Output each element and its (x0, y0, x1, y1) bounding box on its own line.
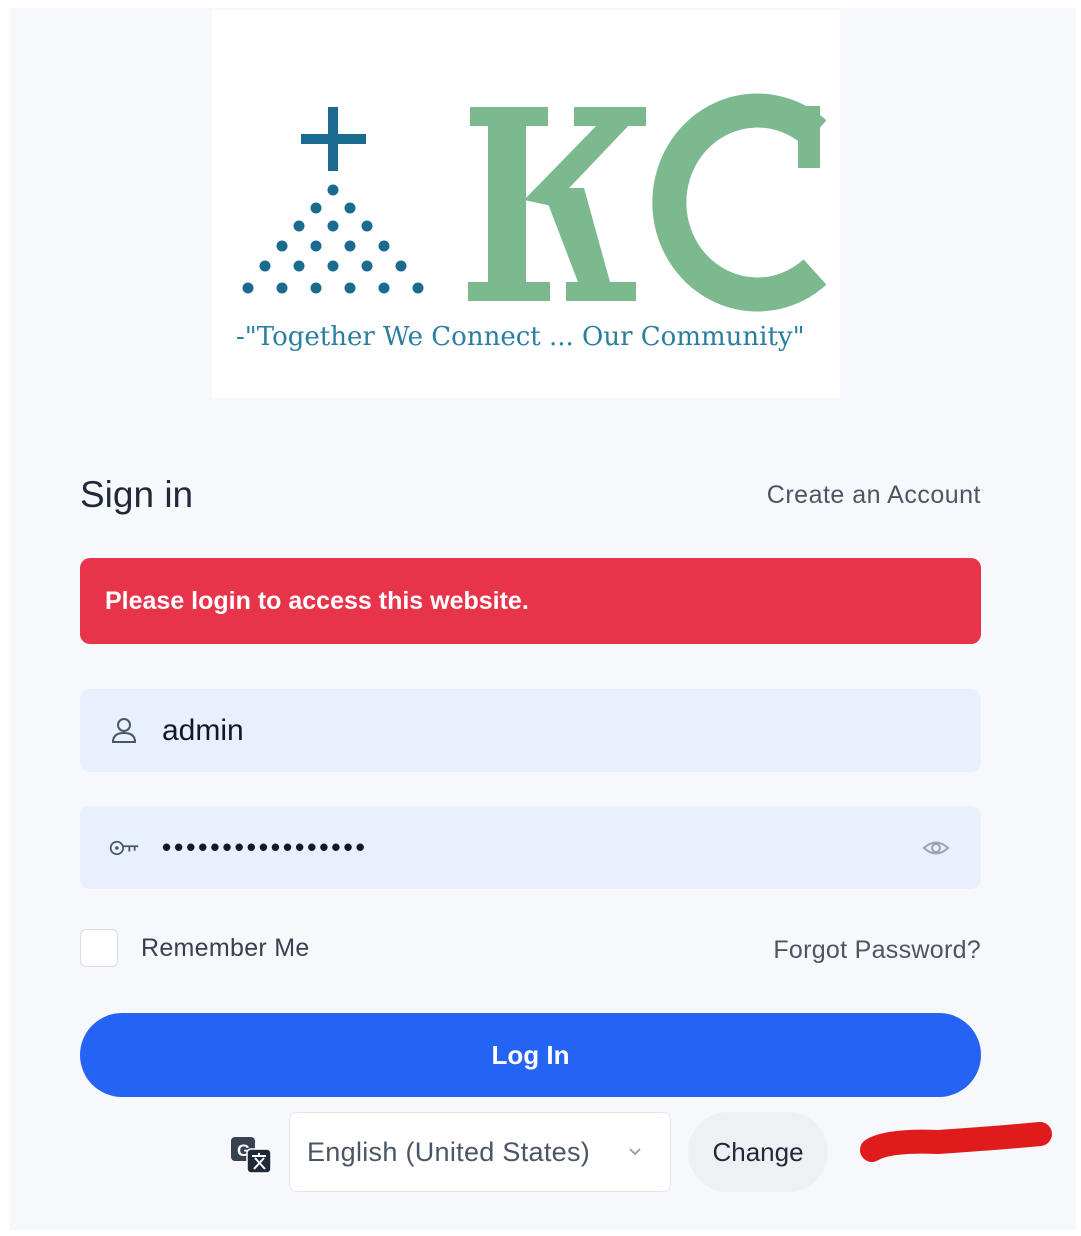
logo-dot (276, 240, 288, 252)
logo-dot (344, 202, 356, 214)
language-selected: English (United States) (307, 1136, 591, 1167)
logo-tagline: -"Together We Connect ... Our Community" (236, 322, 805, 352)
remember-me-checkbox[interactable] (80, 929, 118, 967)
logo-dot (242, 282, 254, 294)
logo-dot (293, 220, 305, 232)
logo-dot (378, 282, 390, 294)
forgot-password-link[interactable]: Forgot Password? (773, 936, 981, 965)
page-title: Sign in (80, 474, 194, 515)
username-input[interactable] (162, 689, 942, 772)
logo-dot (361, 260, 373, 272)
logo-dot (259, 260, 271, 272)
language-select[interactable]: English (United States) (289, 1112, 671, 1192)
login-button[interactable]: Log In (80, 1013, 981, 1097)
create-account-link[interactable]: Create an Account (767, 481, 981, 510)
password-field (80, 806, 981, 889)
logo-dot (276, 282, 288, 294)
logo-dot (293, 260, 305, 272)
logo-dot (378, 240, 390, 252)
user-icon (111, 718, 137, 743)
alert-message: Please login to access this website. (105, 586, 529, 615)
logo-dot (310, 282, 322, 294)
logo-dot (344, 240, 356, 252)
logo-dot (310, 202, 322, 214)
login-required-alert: Please login to access this website. (80, 558, 981, 644)
logo-dot (327, 184, 339, 196)
logo-dot (327, 220, 339, 232)
chevron-down-icon (629, 1148, 641, 1156)
logo-dot (361, 220, 373, 232)
password-input[interactable] (162, 806, 942, 889)
key-icon (109, 840, 139, 856)
logo-dot (310, 240, 322, 252)
logo-dot (412, 282, 424, 294)
logo-dot (327, 260, 339, 272)
eye-icon[interactable] (921, 833, 951, 863)
change-language-button[interactable]: Change (688, 1112, 828, 1192)
translate-icon: G (231, 1137, 272, 1174)
username-field (80, 689, 981, 772)
remember-me-label[interactable]: Remember Me (141, 934, 310, 963)
logo-dot (344, 282, 356, 294)
logo-dot (395, 260, 407, 272)
red-annotation-mark (860, 1122, 1052, 1162)
